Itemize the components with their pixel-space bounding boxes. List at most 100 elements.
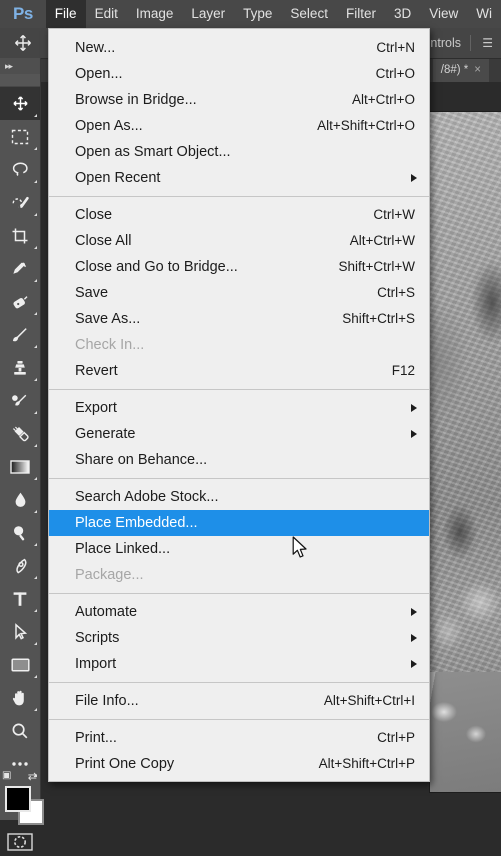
tools-collapse-label: ▸▸ — [5, 60, 13, 71]
menu-item-open[interactable]: Open... Ctrl+O — [49, 61, 429, 87]
menu-item-place-linked[interactable]: Place Linked... — [49, 536, 429, 562]
tool-flyout-indicator — [34, 543, 37, 546]
menu-item-close-and-go-to-bridge[interactable]: Close and Go to Bridge... Shift+Ctrl+W — [49, 254, 429, 280]
menu-item-search-adobe-stock[interactable]: Search Adobe Stock... — [49, 484, 429, 510]
menu-item-save-as[interactable]: Save As... Shift+Ctrl+S — [49, 306, 429, 332]
menu-item-label: Print One Copy — [75, 756, 175, 772]
photoshop-window: /8#) * × ontrols ☰ ▸▸ ▣ ⇄ Ps File Edit I… — [0, 0, 501, 851]
default-colors-icon[interactable]: ▣ — [2, 770, 11, 781]
foreground-color-swatch[interactable] — [5, 786, 31, 812]
menu-item-revert[interactable]: Revert F12 — [49, 358, 429, 384]
menu-item-close[interactable]: Close Ctrl+W — [49, 202, 429, 228]
menu-item-open-as[interactable]: Open As... Alt+Shift+Ctrl+O — [49, 113, 429, 139]
zoom-tool[interactable] — [0, 714, 40, 747]
quick-selection-tool[interactable] — [0, 186, 40, 219]
menu-item-label: Generate — [75, 426, 136, 442]
menu-item-label: Close and Go to Bridge... — [75, 259, 238, 275]
menubar-item-type[interactable]: Type — [234, 0, 281, 28]
menubar-item-select[interactable]: Select — [281, 0, 337, 28]
hand-tool[interactable] — [0, 681, 40, 714]
menu-item-generate[interactable]: Generate — [49, 421, 429, 447]
close-icon[interactable]: × — [474, 64, 481, 76]
menu-item-browse-in-bridge[interactable]: Browse in Bridge... Alt+Ctrl+O — [49, 87, 429, 113]
move-tool-icon[interactable] — [0, 28, 46, 58]
menubar-item-layer[interactable]: Layer — [182, 0, 234, 28]
menu-item-print-one-copy[interactable]: Print One Copy Alt+Shift+Ctrl+P — [49, 751, 429, 777]
menu-item-open-recent[interactable]: Open Recent — [49, 165, 429, 191]
menu-item-label: Save — [75, 285, 109, 301]
menu-item-label: Close — [75, 207, 113, 223]
menu-item-check-in: Check In... — [49, 332, 429, 358]
menu-item-label: Place Embedded... — [75, 515, 198, 531]
menu-item-save[interactable]: Save Ctrl+S — [49, 280, 429, 306]
menu-item-export[interactable]: Export — [49, 395, 429, 421]
rectangle-tool[interactable] — [0, 648, 40, 681]
menu-separator — [49, 593, 429, 594]
dodge-tool[interactable] — [0, 516, 40, 549]
menubar-item-window[interactable]: Wi — [467, 0, 501, 28]
menu-item-shortcut: Alt+Shift+Ctrl+P — [318, 756, 415, 771]
menu-item-scripts[interactable]: Scripts — [49, 625, 429, 651]
brush-tool[interactable] — [0, 318, 40, 351]
healing-brush-tool[interactable] — [0, 285, 40, 318]
submenu-arrow-icon — [411, 660, 417, 668]
submenu-arrow-icon — [411, 404, 417, 412]
menu-item-label: Search Adobe Stock... — [75, 489, 219, 505]
swap-colors-icon[interactable]: ⇄ — [28, 770, 37, 783]
clone-stamp-tool[interactable] — [0, 351, 40, 384]
menu-item-share-on-behance[interactable]: Share on Behance... — [49, 447, 429, 473]
tool-flyout-indicator — [34, 312, 37, 315]
tools-panel-grip[interactable] — [0, 74, 40, 87]
document-tab[interactable]: /8#) * × — [432, 58, 489, 82]
tools-collapse-button[interactable]: ▸▸ — [0, 58, 40, 74]
quick-mask-button[interactable] — [0, 828, 40, 856]
move-tool[interactable] — [0, 87, 40, 120]
menu-item-new[interactable]: New... Ctrl+N — [49, 35, 429, 61]
menubar-item-edit[interactable]: Edit — [86, 0, 127, 28]
menu-item-label: Package... — [75, 567, 144, 583]
color-swatches[interactable]: ▣ ⇄ — [0, 770, 44, 828]
menu-item-shortcut: F12 — [391, 363, 415, 378]
menu-item-label: Check In... — [75, 337, 145, 353]
pen-tool[interactable] — [0, 549, 40, 582]
path-selection-tool[interactable] — [0, 615, 40, 648]
submenu-arrow-icon — [411, 430, 417, 438]
menubar-item-image[interactable]: Image — [127, 0, 183, 28]
options-overflow-icon[interactable]: ☰ — [482, 36, 493, 50]
menu-item-automate[interactable]: Automate — [49, 599, 429, 625]
menu-item-place-embedded[interactable]: Place Embedded... — [49, 510, 429, 536]
tool-flyout-indicator — [34, 114, 37, 117]
menu-separator — [49, 196, 429, 197]
tool-flyout-indicator — [34, 246, 37, 249]
eraser-tool[interactable] — [0, 417, 40, 450]
menu-item-label: Automate — [75, 604, 138, 620]
menu-item-label: Share on Behance... — [75, 452, 208, 468]
eyedropper-tool[interactable] — [0, 252, 40, 285]
menu-item-file-info[interactable]: File Info... Alt+Shift+Ctrl+I — [49, 688, 429, 714]
tool-flyout-indicator — [34, 180, 37, 183]
menu-item-import[interactable]: Import — [49, 651, 429, 677]
menu-bar[interactable]: Ps File Edit Image Layer Type Select Fil… — [0, 0, 501, 28]
menu-item-open-as-smart-object[interactable]: Open as Smart Object... — [49, 139, 429, 165]
menubar-item-file[interactable]: File — [45, 0, 86, 28]
lasso-tool[interactable] — [0, 153, 40, 186]
horizontal-type-tool[interactable] — [0, 582, 40, 615]
menubar-item-filter[interactable]: Filter — [337, 0, 385, 28]
crop-tool[interactable] — [0, 219, 40, 252]
menubar-item-view[interactable]: View — [420, 0, 467, 28]
menubar-item-3d[interactable]: 3D — [385, 0, 420, 28]
menu-item-label: Open Recent — [75, 170, 161, 186]
menu-item-print[interactable]: Print... Ctrl+P — [49, 725, 429, 751]
tools-panel[interactable]: ▸▸ ▣ ⇄ — [0, 58, 44, 851]
history-brush-tool[interactable] — [0, 384, 40, 417]
rectangular-marquee-tool[interactable] — [0, 120, 40, 153]
tool-flyout-indicator — [34, 609, 37, 612]
file-menu-dropdown[interactable]: New... Ctrl+N Open... Ctrl+O Browse in Bridg… — [48, 28, 430, 782]
menu-item-close-all[interactable]: Close All Alt+Ctrl+W — [49, 228, 429, 254]
menu-item-label: New... — [75, 40, 116, 56]
menu-item-shortcut: Ctrl+P — [377, 730, 415, 745]
menu-item-label: Save As... — [75, 311, 141, 327]
menu-item-shortcut: Ctrl+S — [377, 285, 415, 300]
gradient-tool[interactable] — [0, 450, 40, 483]
blur-tool[interactable] — [0, 483, 40, 516]
